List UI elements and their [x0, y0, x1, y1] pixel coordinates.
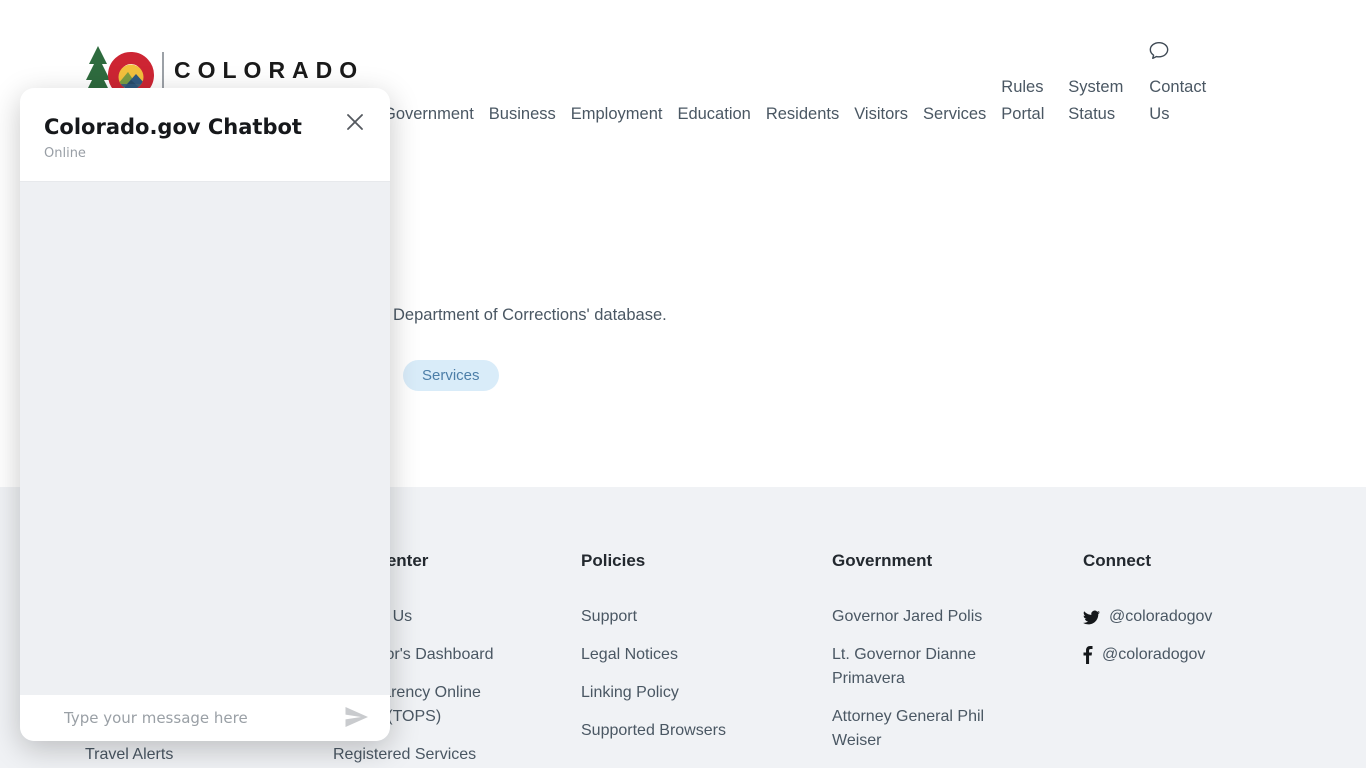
footer-column-government: Government Governor Jared Polis Lt. Gove… [832, 549, 1007, 767]
footer-link-governor-jared-polis[interactable]: Governor Jared Polis [832, 608, 982, 625]
nav-item-business[interactable]: Business [489, 101, 556, 128]
footer-link-attorney-general-phil-weiser[interactable]: Attorney General Phil Weiser [832, 708, 984, 749]
footer-heading-connect: Connect [1083, 549, 1283, 573]
footer-link-linking-policy[interactable]: Linking Policy [581, 684, 679, 701]
services-tag-chip[interactable]: Services [403, 360, 499, 391]
chatbot-title: Colorado.gov Chatbot [44, 114, 366, 140]
footer-heading-policies: Policies [581, 549, 756, 573]
footer-link-supported-browsers[interactable]: Supported Browsers [581, 722, 726, 739]
footer-link-lt-governor-dianne-primavera[interactable]: Lt. Governor Dianne Primavera [832, 646, 976, 687]
footer-link-twitter-handle: @coloradogov [1109, 605, 1212, 629]
nav-item-residents[interactable]: Residents [766, 101, 839, 128]
footer-link-support[interactable]: Support [581, 608, 637, 625]
brand-wordmark: COLORADO [174, 57, 364, 84]
footer-link-twitter[interactable]: @coloradogov [1083, 605, 1283, 629]
chatbot-panel: Colorado.gov Chatbot Online [20, 88, 390, 741]
footer-link-facebook-handle: @coloradogov [1102, 643, 1205, 667]
chatbot-close-button[interactable] [342, 109, 368, 135]
footer-heading-government: Government [832, 549, 1007, 573]
close-icon [345, 112, 365, 132]
chatbot-header: Colorado.gov Chatbot Online [20, 88, 390, 182]
chatbot-input-bar [20, 695, 390, 741]
nav-item-contact-us-label: Contact Us [1149, 78, 1206, 123]
nav-item-visitors[interactable]: Visitors [854, 101, 908, 128]
footer-link-legal-notices[interactable]: Legal Notices [581, 646, 678, 663]
twitter-icon [1083, 609, 1100, 626]
service-description-text: Department of Corrections' database. [393, 303, 667, 327]
nav-item-system-status[interactable]: System Status [1068, 74, 1134, 128]
footer-link-facebook[interactable]: @coloradogov [1083, 643, 1283, 667]
footer-link-travel-alerts[interactable]: Travel Alerts [85, 743, 173, 767]
chatbot-status: Online [44, 146, 366, 161]
nav-item-contact-us[interactable]: Contact Us [1149, 41, 1221, 128]
footer-column-policies: Policies Support Legal Notices Linking P… [581, 549, 756, 757]
chatbot-send-button[interactable] [341, 703, 372, 734]
page: COLORADO Government Business Employment … [0, 0, 1366, 768]
nav-item-rules-portal[interactable]: Rules Portal [1001, 74, 1053, 128]
nav-item-employment[interactable]: Employment [571, 101, 663, 128]
chat-bubble-icon [1149, 41, 1221, 69]
primary-navigation: Government Business Employment Education… [383, 40, 1221, 128]
nav-item-government[interactable]: Government [383, 101, 474, 128]
footer-column-connect: Connect @coloradogov @color [1083, 549, 1283, 681]
nav-item-education[interactable]: Education [677, 101, 750, 128]
nav-item-services[interactable]: Services [923, 101, 986, 128]
send-arrow-icon [343, 705, 370, 729]
facebook-icon [1083, 646, 1093, 664]
logo-divider [162, 52, 164, 90]
footer-link-registered-services[interactable]: Registered Services [333, 746, 476, 763]
chatbot-message-area [20, 182, 390, 695]
chatbot-message-input[interactable] [64, 709, 341, 727]
